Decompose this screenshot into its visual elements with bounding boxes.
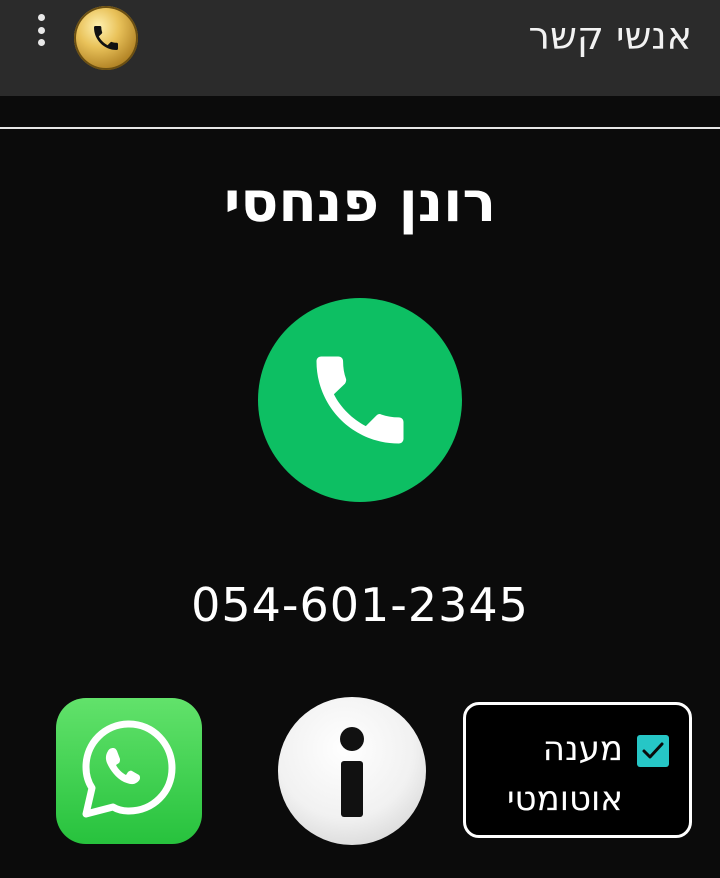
whatsapp-icon	[82, 720, 176, 818]
kebab-dot	[37, 14, 45, 21]
kebab-dot	[37, 26, 45, 34]
more-vert-icon[interactable]	[30, 14, 52, 46]
kebab-dot	[37, 39, 45, 46]
info-button[interactable]	[278, 697, 426, 845]
app-bar: אנשי קשר	[0, 0, 720, 96]
phone-icon	[316, 356, 404, 444]
gold-phone-logo-icon[interactable]	[74, 6, 138, 70]
divider	[0, 127, 720, 129]
phone-number: 054-601-2345	[191, 578, 529, 632]
auto-answer-checkbox[interactable]	[637, 735, 669, 767]
info-icon-stem	[341, 761, 363, 817]
call-button[interactable]	[258, 298, 462, 502]
whatsapp-button[interactable]	[56, 698, 202, 844]
auto-answer-toggle[interactable]: מענה אוטומטי	[463, 702, 692, 838]
contact-name: רונן פנחסי	[223, 170, 497, 235]
page-title: אנשי קשר	[528, 14, 692, 58]
auto-answer-label: מענה	[542, 729, 623, 769]
auto-answer-label: אוטומטי	[506, 779, 623, 819]
info-icon	[340, 727, 364, 751]
check-icon	[642, 742, 664, 759]
